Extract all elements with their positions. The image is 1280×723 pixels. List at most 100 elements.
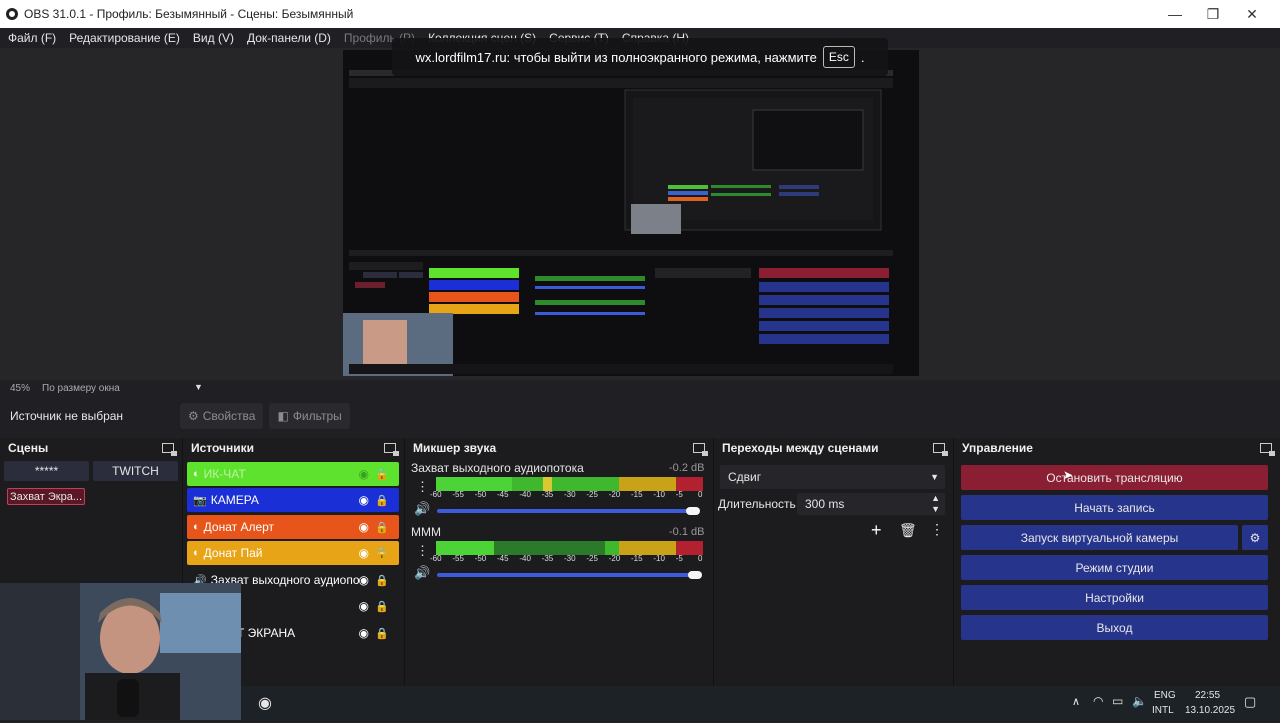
menu-view[interactable]: Вид (V) <box>193 31 234 45</box>
meter-tick-label: -25 <box>586 554 598 563</box>
kebab-menu-icon[interactable]: ⋮ <box>930 521 944 538</box>
clock-time[interactable]: 22:55 <box>1195 690 1220 701</box>
mixer-channel-db: -0.1 dB <box>669 526 705 538</box>
source-item-chat[interactable]: ◐ ИК-ЧАТ ◉ 🔒 <box>187 462 399 486</box>
wifi-icon[interactable]: ◠ <box>1093 694 1103 708</box>
battery-icon[interactable]: ▭ <box>1112 694 1123 708</box>
duration-input[interactable]: 300 ms ▲ ▼ <box>797 493 945 515</box>
volume-slider-handle[interactable] <box>688 571 702 579</box>
zoom-mode-select[interactable]: По размеру окна <box>42 383 120 394</box>
undock-icon[interactable] <box>693 443 708 456</box>
exit-button[interactable]: Выход <box>961 615 1268 640</box>
source-item-donation-pay[interactable]: ◐ Донат Пай ◉ 🔒 <box>187 541 399 565</box>
lock-icon[interactable]: 🔒 <box>375 627 389 640</box>
meter-tick-label: -10 <box>653 554 665 563</box>
filters-button[interactable]: ◧ Фильтры <box>269 403 350 429</box>
kebab-menu-icon[interactable]: ⋮ <box>416 479 429 495</box>
preview-canvas[interactable] <box>343 50 919 376</box>
meter-tick-label: -40 <box>519 490 531 499</box>
scene-item-screen-capture[interactable]: Захват Экра... <box>7 488 85 505</box>
stop-streaming-button[interactable]: Остановить трансляцию <box>961 465 1268 490</box>
menu-docks[interactable]: Док-панели (D) <box>247 31 331 45</box>
settings-button[interactable]: Настройки <box>961 585 1268 610</box>
minimize-button[interactable]: — <box>1156 0 1194 28</box>
source-item-donation-alert[interactable]: ◐ Донат Алерт ◉ 🔒 <box>187 515 399 539</box>
mouse-cursor-icon: ➤ <box>1063 468 1074 482</box>
scenes-title: Сцены <box>8 441 49 455</box>
source-item-camera[interactable]: 📷 КАМЕРА ◉ 🔒 <box>187 488 399 512</box>
start-recording-button[interactable]: Начать запись <box>961 495 1268 520</box>
keyboard-layout[interactable]: INTL <box>1152 705 1174 716</box>
lock-icon[interactable]: 🔒 <box>375 521 389 534</box>
properties-button[interactable]: ⚙ Свойства <box>180 403 264 429</box>
obs-logo-icon <box>6 8 18 20</box>
esc-key-hint: Esc <box>822 46 855 68</box>
camera-icon: 📷 <box>193 494 207 507</box>
globe-icon: ◐ <box>193 468 200 480</box>
banner-suffix: . <box>860 49 865 65</box>
meter-tick-label: -5 <box>675 490 683 499</box>
meter-segment <box>698 541 704 555</box>
obs-taskbar-icon[interactable]: ◉ <box>258 693 272 713</box>
meter-tick-label: -30 <box>564 554 576 563</box>
chevron-up-icon[interactable]: ∧ <box>1072 695 1080 708</box>
meter-tick-label: -20 <box>608 554 621 563</box>
visibility-hidden-icon[interactable]: ◉ <box>359 467 369 481</box>
lock-icon[interactable]: 🔒 <box>375 574 389 587</box>
speaker-icon[interactable]: 🔈 <box>1132 694 1147 708</box>
start-virtual-camera-button[interactable]: Запуск виртуальной камеры <box>961 525 1238 550</box>
lock-icon[interactable]: 🔒 <box>375 547 389 560</box>
language-indicator[interactable]: ENG <box>1154 690 1176 701</box>
eye-icon[interactable]: ◉ <box>359 573 369 587</box>
volume-slider-track[interactable] <box>437 573 692 577</box>
menu-file[interactable]: Файл (F) <box>8 31 56 45</box>
undock-icon[interactable] <box>1260 443 1275 456</box>
mixer-channel-name: Захват выходного аудиопотока <box>411 461 584 475</box>
lock-icon[interactable]: 🔒 <box>375 494 389 507</box>
meter-tick-label: -10 <box>653 490 665 499</box>
webcam-overlay <box>0 583 241 720</box>
scene-item-stars[interactable]: ***** <box>4 461 89 481</box>
lock-icon[interactable]: 🔒 <box>375 468 389 481</box>
transitions-title: Переходы между сценами <box>722 441 879 455</box>
meter-tick-label: -55 <box>452 554 464 563</box>
duration-value: 300 ms <box>805 497 845 511</box>
gear-icon: ⚙ <box>188 409 199 423</box>
fullscreen-exit-banner: wx.lordfilm17.ru: чтобы выйти из полноэк… <box>392 38 888 76</box>
volume-slider-handle[interactable] <box>686 507 700 515</box>
close-button[interactable]: ✕ <box>1233 0 1271 28</box>
meter-tick-label: -20 <box>608 490 621 499</box>
kebab-menu-icon[interactable]: ⋮ <box>416 543 429 559</box>
meter-tick-label: -25 <box>586 490 598 499</box>
scene-item-twitch[interactable]: TWITCH <box>93 461 178 481</box>
globe-icon: ◐ <box>193 547 200 559</box>
chevron-down-icon[interactable]: ▼ <box>194 382 203 392</box>
speaker-icon[interactable]: 🔊 <box>414 565 430 581</box>
studio-mode-button[interactable]: Режим студии <box>961 555 1268 580</box>
volume-slider-track[interactable] <box>437 509 692 513</box>
zoom-bar: 45% По размеру окна ▼ <box>0 380 1280 396</box>
undock-icon[interactable] <box>384 443 399 456</box>
eye-icon[interactable]: ◉ <box>359 599 369 613</box>
eye-icon[interactable]: ◉ <box>359 520 369 534</box>
transition-select[interactable]: Сдвиг ▼ <box>720 465 945 489</box>
menu-edit[interactable]: Редактирование (E) <box>69 31 180 45</box>
virtual-camera-settings-button[interactable]: ⚙ <box>1242 525 1268 550</box>
eye-icon[interactable]: ◉ <box>359 626 369 640</box>
undock-icon[interactable] <box>162 443 177 456</box>
trash-icon[interactable]: 🗑 <box>899 522 917 539</box>
lock-icon[interactable]: 🔒 <box>375 600 389 613</box>
undock-icon[interactable] <box>933 443 948 456</box>
meter-tick-label: -50 <box>474 490 487 499</box>
eye-icon[interactable]: ◉ <box>359 546 369 560</box>
notifications-icon[interactable]: ▢ <box>1244 694 1256 710</box>
speaker-icon[interactable]: 🔊 <box>414 501 430 517</box>
spin-arrows-icon[interactable]: ▲ ▼ <box>931 493 940 515</box>
clock-date[interactable]: 13.10.2025 <box>1185 705 1235 716</box>
meter-tick-label: -60 <box>430 490 442 499</box>
maximize-button[interactable]: ❐ <box>1194 0 1232 28</box>
meter-tick-label: -15 <box>631 554 643 563</box>
add-transition-button[interactable]: + <box>871 520 882 541</box>
eye-icon[interactable]: ◉ <box>359 493 369 507</box>
duration-label: Длительность <box>718 497 796 511</box>
